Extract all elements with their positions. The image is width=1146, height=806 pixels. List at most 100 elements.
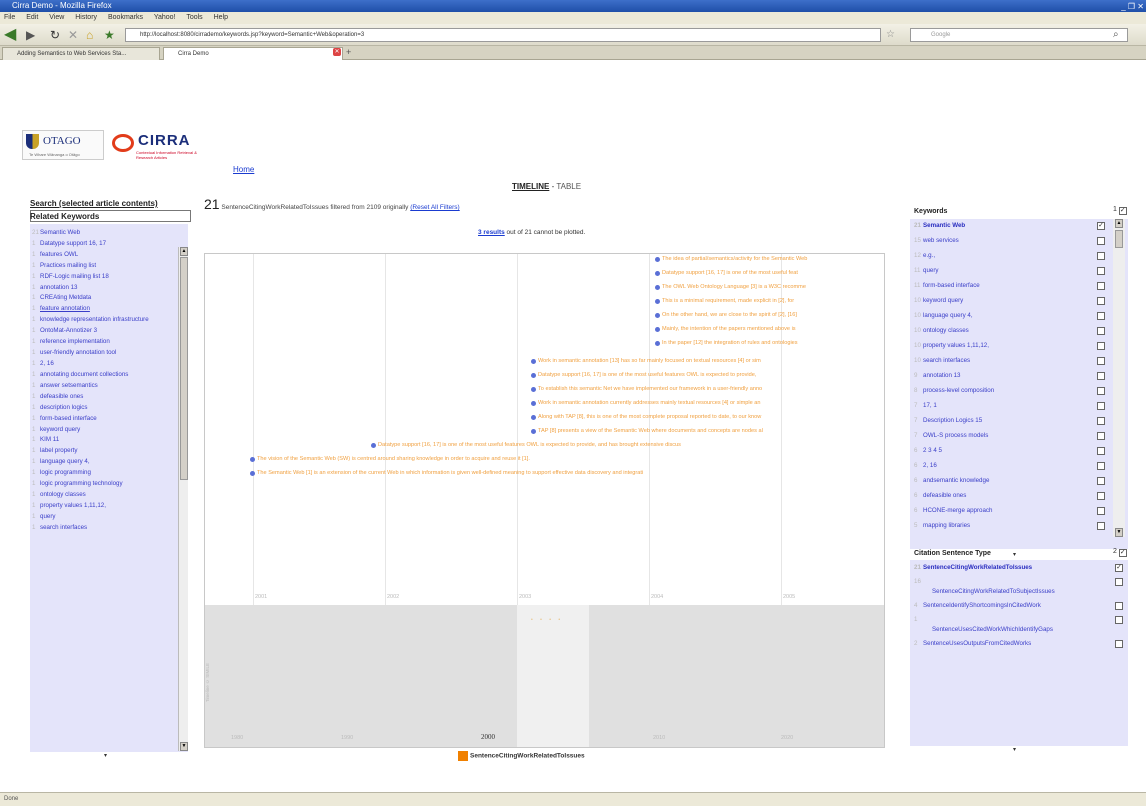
list-item[interactable]: 5 mapping libraries: [914, 522, 970, 529]
list-item[interactable]: 1 property values 1,11,12,: [32, 501, 177, 512]
home-link[interactable]: Home: [233, 165, 254, 174]
stop-icon[interactable]: ✕: [68, 27, 78, 43]
scroll-up-icon[interactable]: ▲: [1115, 219, 1123, 228]
list-item[interactable]: 62 3 4 5: [914, 447, 942, 454]
list-item[interactable]: 1 annotation 13: [32, 283, 177, 294]
list-item[interactable]: 1 reference implementation: [32, 337, 177, 348]
scroll-down-icon[interactable]: ▼: [1115, 528, 1123, 537]
menu-bookmarks[interactable]: Bookmarks: [108, 14, 143, 21]
timeline-event[interactable]: Datatype support [16, 17] is one of the …: [371, 442, 681, 448]
list-item[interactable]: 6 2, 16: [914, 462, 937, 469]
list-item[interactable]: 7 17, 1: [914, 402, 937, 409]
resize-handle-icon[interactable]: ▾: [104, 752, 107, 759]
timeline-event[interactable]: The idea of partial/semantics/activity f…: [654, 256, 807, 262]
list-item[interactable]: 1 ontology classes: [32, 490, 177, 501]
menu-history[interactable]: History: [75, 14, 97, 21]
keyword-checkbox[interactable]: [1097, 267, 1105, 275]
list-item[interactable]: 21 Semantic Web: [914, 222, 965, 229]
citation-type-checkbox[interactable]: [1115, 640, 1123, 648]
tab-adding-semantics[interactable]: Adding Semantics to Web Services Sta...: [2, 47, 160, 60]
list-item[interactable]: 1 user-friendly annotation tool: [32, 348, 177, 359]
scroll-thumb[interactable]: [1115, 230, 1123, 248]
timeline-event[interactable]: Datatype support [16, 17] is one of the …: [530, 372, 756, 378]
list-item[interactable]: 12 e.g.,: [914, 252, 935, 259]
keyword-checkbox[interactable]: [1097, 237, 1105, 245]
citation-type-checkbox[interactable]: [1115, 616, 1123, 624]
keyword-checkbox[interactable]: [1097, 447, 1105, 455]
timeline-view[interactable]: 2001 2002 2003 2004 2005 The idea of par…: [204, 253, 885, 748]
list-item[interactable]: 11 query: [914, 267, 938, 274]
menu-yahoo[interactable]: Yahoo!: [154, 14, 176, 21]
list-item[interactable]: 1 features OWL: [32, 250, 177, 261]
scroll-down-icon[interactable]: ▼: [180, 742, 188, 751]
star-icon[interactable]: ☆: [886, 27, 895, 43]
keyword-checkbox[interactable]: [1097, 252, 1105, 260]
keyword-checkbox[interactable]: [1097, 522, 1105, 530]
list-item[interactable]: 2 SentenceUsesOutputsFromCitedWorks: [914, 640, 1031, 647]
menu-view[interactable]: View: [49, 14, 64, 21]
close-tab-icon[interactable]: ✕: [333, 48, 341, 56]
related-scrollbar[interactable]: ▲ ▼: [178, 247, 188, 751]
scroll-thumb[interactable]: [180, 257, 188, 480]
timeline-event[interactable]: Datatype support [16, 17] is one of the …: [655, 270, 798, 276]
list-item[interactable]: 1 KIM 11: [32, 435, 177, 446]
list-item[interactable]: 11 form-based interface: [914, 282, 980, 289]
overview-window[interactable]: [517, 605, 589, 747]
keyword-checkbox[interactable]: [1097, 417, 1105, 425]
citation-all-checkbox[interactable]: ✓: [1118, 549, 1127, 557]
list-item[interactable]: 1 2, 16: [32, 359, 177, 370]
list-item[interactable]: 6 andsemantic knowledge: [914, 477, 989, 484]
timeline-event[interactable]: The vision of the Semantic Web (SW) is c…: [250, 456, 530, 462]
tab-cirra-demo[interactable]: Cirra Demo: [163, 47, 343, 60]
list-item[interactable]: 9 annotation 13: [914, 372, 961, 379]
keyword-checkbox[interactable]: [1097, 327, 1105, 335]
keyword-checkbox[interactable]: [1097, 282, 1105, 290]
citation-type-checkbox[interactable]: [1115, 602, 1123, 610]
keywords-all-checkbox[interactable]: ✓: [1118, 207, 1127, 215]
timeline-event[interactable]: On the other hand, we are close to the s…: [655, 312, 797, 318]
timeline-event[interactable]: The Semantic Web [1] is an extension of …: [249, 470, 643, 476]
list-item[interactable]: 10 property values 1,11,12,: [914, 342, 989, 349]
list-item[interactable]: 1 defeasible ones: [32, 392, 177, 403]
keywords-scrollbar[interactable]: ▲ ▼: [1113, 219, 1125, 537]
keyword-checkbox[interactable]: [1097, 387, 1105, 395]
keyword-checkbox[interactable]: [1097, 462, 1105, 470]
keyword-checkbox[interactable]: [1097, 372, 1105, 380]
menu-edit[interactable]: Edit: [26, 14, 38, 21]
timeline-event[interactable]: This is a minimal requirement, made expl…: [654, 298, 794, 304]
timeline-event[interactable]: The OWL Web Ontology Language [3] is a W…: [655, 284, 806, 290]
keyword-checkbox[interactable]: [1097, 357, 1105, 365]
list-item[interactable]: 1 Practices mailing list: [32, 261, 177, 272]
timeline-event[interactable]: To establish this semantic Net we have i…: [530, 386, 762, 392]
timeline-event[interactable]: TAP [8] presents a view of the Semantic …: [531, 428, 763, 434]
home-icon[interactable]: ⌂: [86, 27, 93, 43]
list-item[interactable]: 10 language query 4,: [914, 312, 973, 319]
list-item[interactable]: 21 SentenceCitingWorkRelatedToIssues: [914, 564, 1032, 571]
list-item[interactable]: 1 OntoMat-Annotizer 3: [32, 326, 177, 337]
tab-table[interactable]: TABLE: [556, 182, 581, 191]
keyword-checkbox[interactable]: [1097, 342, 1105, 350]
list-item[interactable]: 7 Description Logics 15: [914, 417, 982, 424]
timeline-event[interactable]: Along with TAP [8], this is one of the m…: [530, 414, 761, 420]
list-item[interactable]: 10 ontology classes: [914, 327, 969, 334]
back-icon[interactable]: ◀: [4, 27, 16, 43]
keyword-checkbox[interactable]: [1097, 477, 1105, 485]
list-item[interactable]: 15 web services: [914, 237, 959, 244]
search-icon[interactable]: ⌕: [1113, 27, 1119, 43]
list-item[interactable]: SentenceCitingWorkRelatedToSubjectIssues: [932, 588, 1055, 595]
keyword-checkbox[interactable]: [1097, 297, 1105, 305]
list-item[interactable]: 1 feature annotation: [32, 304, 177, 315]
list-item[interactable]: 1 Datatype support 16, 17: [32, 239, 177, 250]
list-item[interactable]: 1 search interfaces: [32, 523, 177, 534]
list-item[interactable]: 6 HCONE-merge approach: [914, 507, 992, 514]
list-item[interactable]: 7 OWL-S process models: [914, 432, 988, 439]
keyword-checkbox[interactable]: [1097, 432, 1105, 440]
list-item[interactable]: 1 logic programming: [32, 468, 177, 479]
list-item[interactable]: 8 process-level composition: [914, 387, 994, 394]
keyword-checkbox[interactable]: [1097, 507, 1105, 515]
timeline-event[interactable]: In the paper [12] the integration of rul…: [655, 340, 798, 346]
list-item[interactable]: 6 defeasible ones: [914, 492, 966, 499]
unplotted-results-link[interactable]: 3 results: [478, 229, 505, 236]
keyword-checkbox[interactable]: [1097, 492, 1105, 500]
menu-help[interactable]: Help: [214, 14, 228, 21]
